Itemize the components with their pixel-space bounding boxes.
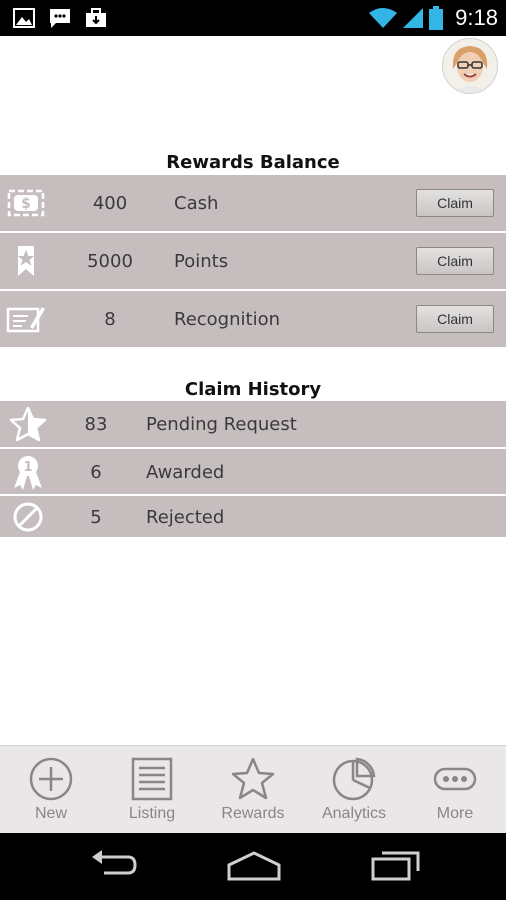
cash-label: Cash <box>174 193 219 214</box>
awarded-value: 6 <box>90 462 102 483</box>
plus-circle-icon <box>29 757 73 801</box>
tab-analytics[interactable]: Analytics <box>304 746 404 834</box>
awarded-label: Awarded <box>146 462 225 483</box>
svg-text:1: 1 <box>23 460 32 475</box>
tab-listing-label: Listing <box>128 805 176 822</box>
recent-apps-icon[interactable] <box>370 847 422 883</box>
history-row-rejected[interactable]: 5 Rejected <box>0 496 506 539</box>
rewards-balance-table: $ 400 Cash Claim 5000 Points Claim 8 Rec… <box>0 175 506 349</box>
history-row-pending[interactable]: 83 Pending Request <box>0 401 506 449</box>
pie-chart-icon <box>332 757 376 801</box>
list-icon <box>131 757 173 801</box>
cash-value: 400 <box>92 193 128 214</box>
image-icon <box>13 8 35 28</box>
points-badge-icon <box>18 246 34 276</box>
tab-listing[interactable]: Listing <box>102 746 202 834</box>
wifi-icon <box>369 8 398 28</box>
tab-more[interactable]: More <box>405 746 505 834</box>
system-nav-bar <box>0 833 506 900</box>
bottom-tab-bar: New Listing Rewards Analytics More <box>0 745 506 834</box>
claim-cash-button[interactable]: Claim <box>416 189 494 217</box>
more-icon <box>433 767 477 791</box>
rewards-row-cash: $ 400 Cash Claim <box>0 175 506 233</box>
points-label: Points <box>174 251 229 272</box>
star-icon <box>9 406 47 442</box>
tab-rewards[interactable]: Rewards <box>203 746 303 834</box>
tab-new[interactable]: New <box>1 746 101 834</box>
battery-icon <box>429 6 444 30</box>
history-row-awarded[interactable]: 1 6 Awarded <box>0 449 506 496</box>
claim-history-title: Claim History <box>184 379 322 400</box>
tab-new-label: New <box>34 805 67 822</box>
claim-recognition-button[interactable]: Claim <box>416 305 494 333</box>
rewards-row-points: 5000 Points Claim <box>0 233 506 291</box>
avatar[interactable] <box>442 38 498 94</box>
certificate-icon <box>6 307 45 333</box>
claim-history-table: 83 Pending Request 1 6 Awarded 5 Rejecte… <box>0 401 506 539</box>
clock: 9:18 <box>455 5 498 30</box>
svg-text:$: $ <box>21 196 31 212</box>
pending-value: 83 <box>84 414 108 435</box>
chat-icon <box>50 9 70 28</box>
star-outline-icon <box>231 757 275 800</box>
tab-analytics-label: Analytics <box>321 805 387 822</box>
user-photo <box>443 39 497 93</box>
home-icon[interactable] <box>226 847 282 883</box>
points-value: 5000 <box>87 251 133 272</box>
recognition-value: 8 <box>104 309 116 330</box>
tab-more-label: More <box>436 805 474 822</box>
tab-rewards-label: Rewards <box>221 805 285 822</box>
medal-icon: 1 <box>14 455 42 490</box>
rejected-icon <box>13 502 43 531</box>
claim-points-button[interactable]: Claim <box>416 247 494 275</box>
briefcase-icon <box>86 8 106 27</box>
recognition-label: Recognition <box>174 309 280 330</box>
cash-icon: $ <box>7 189 45 217</box>
rewards-row-recognition: 8 Recognition Claim <box>0 291 506 349</box>
status-bar: 9:18 <box>0 0 506 36</box>
rewards-balance-title: Rewards Balance <box>166 152 340 173</box>
pending-label: Pending Request <box>146 414 297 435</box>
rejected-value: 5 <box>90 507 102 528</box>
rejected-label: Rejected <box>146 507 225 528</box>
back-icon[interactable] <box>88 847 138 883</box>
signal-icon <box>403 8 424 28</box>
